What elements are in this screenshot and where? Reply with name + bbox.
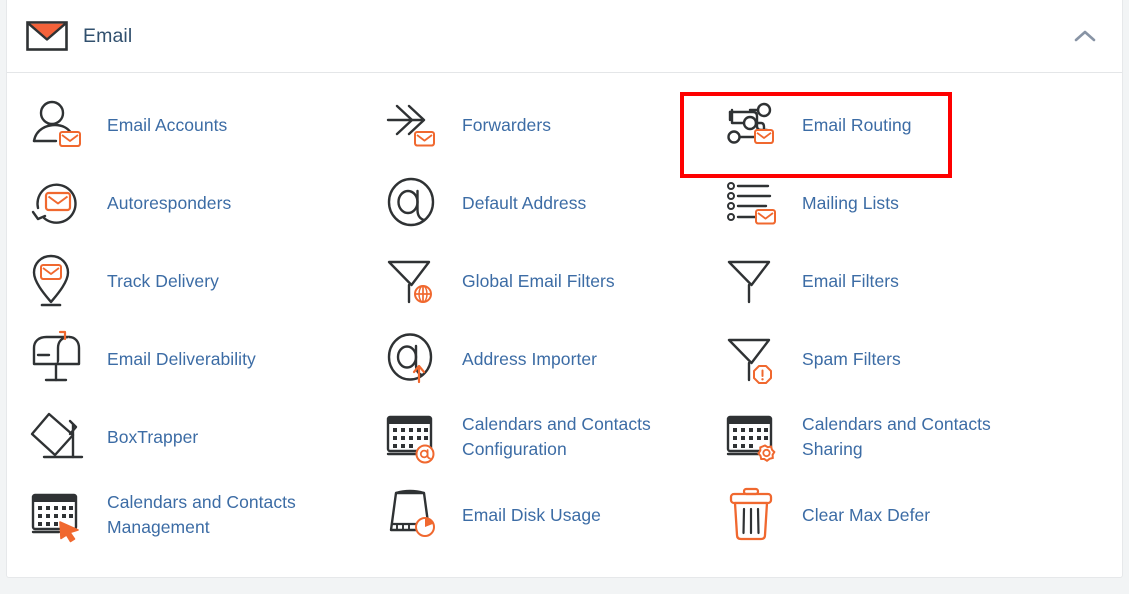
user-envelope-icon — [32, 100, 81, 147]
item-label: Mailing Lists — [802, 192, 899, 213]
item-forwarders[interactable]: Forwarders — [362, 86, 702, 164]
at-symbol-icon — [387, 177, 435, 227]
mailbox-flag-icon — [32, 330, 81, 382]
item-label: Forwarders — [462, 114, 551, 135]
routing-nodes-envelope-icon — [727, 102, 774, 144]
email-section-page: Email Email Accounts Forwarders Email Ro… — [0, 0, 1129, 594]
item-email-deliverability[interactable]: Email Deliverability — [7, 320, 362, 398]
item-label: Default Address — [462, 192, 587, 213]
envelope-icon — [26, 21, 68, 51]
disk-pie-icon — [389, 489, 435, 537]
trash-can-icon — [729, 487, 773, 541]
item-default-address[interactable]: Default Address — [362, 164, 702, 242]
box-trap-icon — [30, 412, 84, 459]
item-track-delivery[interactable]: Track Delivery — [7, 242, 362, 320]
arrows-forward-envelope-icon — [386, 104, 435, 147]
at-symbol-up-arrow-icon — [387, 333, 433, 384]
item-email-routing[interactable]: Email Routing — [702, 86, 1122, 164]
email-panel-card: Email Email Accounts Forwarders Email Ro… — [6, 0, 1123, 578]
item-label: Email Disk Usage — [462, 504, 601, 525]
item-autoresponders[interactable]: Autoresponders — [7, 164, 362, 242]
item-calendars-contacts-configuration[interactable]: Calendars and Contacts Configuration — [362, 398, 702, 476]
item-boxtrapper[interactable]: BoxTrapper — [7, 398, 362, 476]
item-label: Autoresponders — [107, 192, 232, 213]
funnel-globe-icon — [387, 260, 432, 304]
item-global-email-filters[interactable]: Global Email Filters — [362, 242, 702, 320]
item-label: Email Routing — [802, 114, 912, 135]
item-label: Spam Filters — [802, 348, 901, 369]
chevron-up-icon — [1074, 30, 1096, 42]
item-label: Calendars and Contacts Configuration — [462, 414, 651, 459]
funnel-icon — [727, 260, 771, 304]
item-label: BoxTrapper — [107, 426, 199, 447]
calendar-cursor-icon — [31, 493, 79, 543]
item-label: Track Delivery — [107, 270, 219, 291]
calendar-at-icon — [386, 415, 435, 464]
map-pin-envelope-icon — [32, 254, 70, 307]
item-label: Email Filters — [802, 270, 899, 291]
item-label: Calendars and Contacts Sharing — [802, 414, 991, 459]
item-calendars-contacts-sharing[interactable]: Calendars and Contacts Sharing — [702, 398, 1122, 476]
email-feature-grid: Email Accounts Forwarders Email Routing … — [7, 73, 1122, 554]
item-label: Calendars and Contacts Management — [107, 492, 296, 537]
item-email-accounts[interactable]: Email Accounts — [7, 86, 362, 164]
bullet-list-envelope-icon — [727, 182, 776, 225]
item-spam-filters[interactable]: Spam Filters — [702, 320, 1122, 398]
funnel-warning-icon — [727, 338, 772, 384]
item-email-filters[interactable]: Email Filters — [702, 242, 1122, 320]
item-label: Email Deliverability — [107, 348, 256, 369]
email-panel-header: Email — [7, 0, 1122, 73]
item-label: Clear Max Defer — [802, 504, 931, 525]
item-clear-max-defer[interactable]: Clear Max Defer — [702, 476, 1122, 554]
item-label: Email Accounts — [107, 114, 228, 135]
item-label: Global Email Filters — [462, 270, 615, 291]
circular-arrow-envelope-icon — [31, 183, 77, 224]
calendar-gear-icon — [726, 415, 776, 463]
page-title: Email — [83, 24, 133, 47]
item-address-importer[interactable]: Address Importer — [362, 320, 702, 398]
item-label: Address Importer — [462, 348, 598, 369]
item-calendars-contacts-management[interactable]: Calendars and Contacts Management — [7, 476, 362, 554]
item-email-disk-usage[interactable]: Email Disk Usage — [362, 476, 702, 554]
collapse-toggle-button[interactable] — [1070, 21, 1100, 51]
item-mailing-lists[interactable]: Mailing Lists — [702, 164, 1122, 242]
